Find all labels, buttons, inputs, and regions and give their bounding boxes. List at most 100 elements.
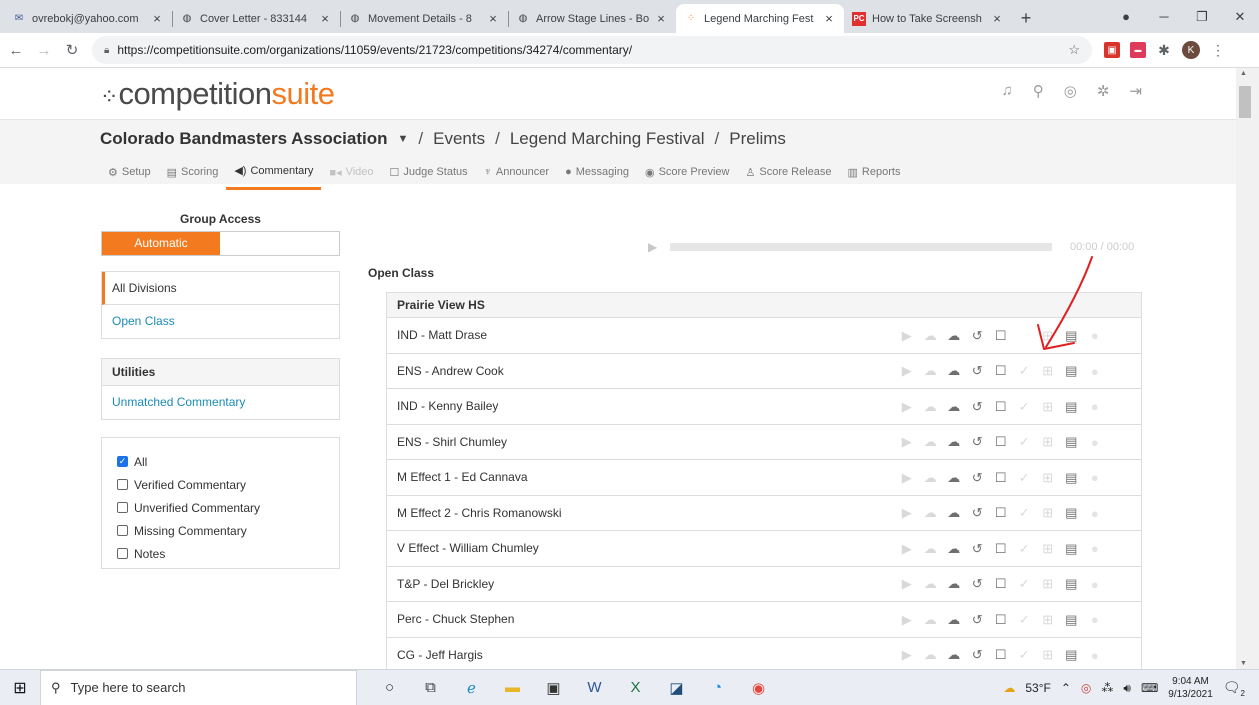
dot-icon[interactable]: ● [1083,612,1107,627]
edge-icon[interactable]: ℯ [451,679,492,697]
breadcrumb-round[interactable]: Prelims [729,129,786,149]
check-icon[interactable]: ✓ [1013,647,1037,663]
checkbox[interactable] [117,479,128,490]
check-icon[interactable]: ✓ [1013,541,1037,557]
unmatched-commentary-link[interactable]: Unmatched Commentary [102,386,339,419]
square-icon[interactable]: ☐ [989,328,1013,344]
page-scrollbar[interactable]: ▲ ▼ [1236,68,1259,669]
cloud-upload-icon[interactable]: ☁ [919,434,943,450]
filter-unverified[interactable]: Unverified Commentary [117,496,339,519]
cloud-download-icon[interactable]: ☁ [942,505,966,521]
volume-icon[interactable]: 🔊︎ [1123,681,1131,696]
close-icon[interactable]: × [150,11,164,26]
automatic-option[interactable]: Automatic [102,232,220,255]
square-icon[interactable]: ☐ [989,434,1013,450]
play-icon[interactable]: ▶ [895,399,919,415]
scroll-up-icon[interactable]: ▲ [1236,70,1251,77]
history-icon[interactable]: ↺ [966,612,990,628]
check-icon[interactable]: ✓ [1013,505,1037,521]
dot-icon[interactable]: ● [1083,435,1107,450]
cloud-download-icon[interactable]: ☁ [942,541,966,557]
clock[interactable]: 9:04 AM 9/13/2021 [1168,675,1213,701]
square-icon[interactable]: ☐ [989,363,1013,379]
check-icon[interactable]: ✓ [1013,612,1037,628]
tab-setup[interactable]: ⚙ Setup [100,164,159,190]
cloud-upload-icon[interactable]: ☁ [919,363,943,379]
taskbar-search[interactable]: ⚲ Type here to search [40,669,357,705]
cloud-download-icon[interactable]: ☁ [942,434,966,450]
close-icon[interactable]: × [318,11,332,26]
play-icon[interactable]: ▶ [895,612,919,628]
search-icon[interactable]: ⚲ [1033,82,1044,100]
help-icon[interactable]: ◎ [1064,82,1077,100]
tab-messaging[interactable]: ● Messaging [557,164,637,190]
windows-start-icon[interactable]: ⊞ [0,678,40,698]
audio-progress-bar[interactable] [670,243,1052,251]
scrollbar-thumb[interactable] [1239,86,1251,118]
cloud-upload-icon[interactable]: ☁ [919,612,943,628]
dot-icon[interactable]: ● [1083,648,1107,663]
browser-tab-active[interactable]: ⁘ Legend Marching Fest × [676,4,844,33]
music-icon[interactable]: ♫ [1002,82,1013,100]
puzzle-icon[interactable]: ✱ [1156,42,1172,58]
network-icon[interactable]: ⁂ [1101,681,1113,695]
new-tab-button[interactable]: + [1012,4,1040,33]
dot-icon[interactable]: ● [1083,364,1107,379]
cloud-download-icon[interactable]: ☁ [942,647,966,663]
address-bar[interactable]: 🔒︎ https://competitionsuite.com/organiza… [92,36,1092,64]
tray-app-icon[interactable]: ◎ [1081,681,1091,695]
history-icon[interactable]: ↺ [966,470,990,486]
document-icon[interactable]: ▤ [1060,470,1084,486]
pdf-extension-icon[interactable]: ▣ [1104,42,1120,58]
document-icon[interactable]: ▤ [1060,434,1084,450]
document-icon[interactable]: ▤ [1060,505,1084,521]
cloud-upload-icon[interactable]: ☁ [919,399,943,415]
plus-square-icon[interactable]: ⊞ [1036,576,1060,592]
cloud-upload-icon[interactable]: ☁ [919,576,943,592]
tab-judge-status[interactable]: ☐ Judge Status [382,164,476,190]
document-icon[interactable]: ▤ [1060,647,1084,663]
weather-temp[interactable]: 53°F [1025,681,1050,695]
close-icon[interactable]: × [486,11,500,26]
history-icon[interactable]: ↺ [966,363,990,379]
browser-tab[interactable]: PC How to Take Screensh × [844,4,1012,33]
star-icon[interactable]: ☆ [1068,42,1080,58]
checkbox[interactable] [117,525,128,536]
plus-square-icon[interactable]: ⊞ [1036,328,1060,344]
document-icon[interactable]: ▤ [1060,576,1084,592]
plus-square-icon[interactable]: ⊞ [1036,363,1060,379]
breadcrumb-events[interactable]: Events [433,129,485,149]
cloud-upload-icon[interactable]: ☁ [919,541,943,557]
cloud-upload-icon[interactable]: ☁ [919,505,943,521]
tab-score-preview[interactable]: ◉ Score Preview [637,164,738,190]
division-open-class[interactable]: Open Class [102,305,339,338]
filter-notes[interactable]: Notes [117,542,339,565]
kebab-menu-icon[interactable]: ⋮ [1210,42,1226,58]
browser-tab[interactable]: ◍ Cover Letter - 833144 × [172,4,340,33]
notifications-icon[interactable]: 🗨︎2 [1223,679,1245,698]
manual-option[interactable] [220,232,339,255]
filter-all[interactable]: ✓ All [117,450,339,473]
play-icon[interactable]: ▶ [895,363,919,379]
restore-icon[interactable]: ❐ [1183,9,1221,25]
play-icon[interactable]: ▶ [648,240,670,254]
close-icon[interactable]: × [990,11,1004,26]
plus-square-icon[interactable]: ⊞ [1036,434,1060,450]
square-icon[interactable]: ☐ [989,399,1013,415]
plus-square-icon[interactable]: ⊞ [1036,541,1060,557]
avatar[interactable]: K [1182,41,1200,59]
cloud-download-icon[interactable]: ☁ [942,328,966,344]
chevron-up-icon[interactable]: ⌃ [1061,681,1071,695]
dot-icon[interactable]: ● [1083,328,1107,343]
history-icon[interactable]: ↺ [966,541,990,557]
square-icon[interactable]: ☐ [989,541,1013,557]
plus-square-icon[interactable]: ⊞ [1036,399,1060,415]
file-explorer-icon[interactable]: ▬ [492,679,533,696]
cloud-upload-icon[interactable]: ☁ [919,470,943,486]
document-icon[interactable]: ▤ [1060,328,1084,344]
tab-scoring[interactable]: ▤ Scoring [159,164,227,190]
store-icon[interactable]: ▣ [533,679,574,697]
check-icon[interactable]: ✓ [1013,399,1037,415]
history-icon[interactable]: ↺ [966,434,990,450]
plus-square-icon[interactable]: ⊞ [1036,612,1060,628]
